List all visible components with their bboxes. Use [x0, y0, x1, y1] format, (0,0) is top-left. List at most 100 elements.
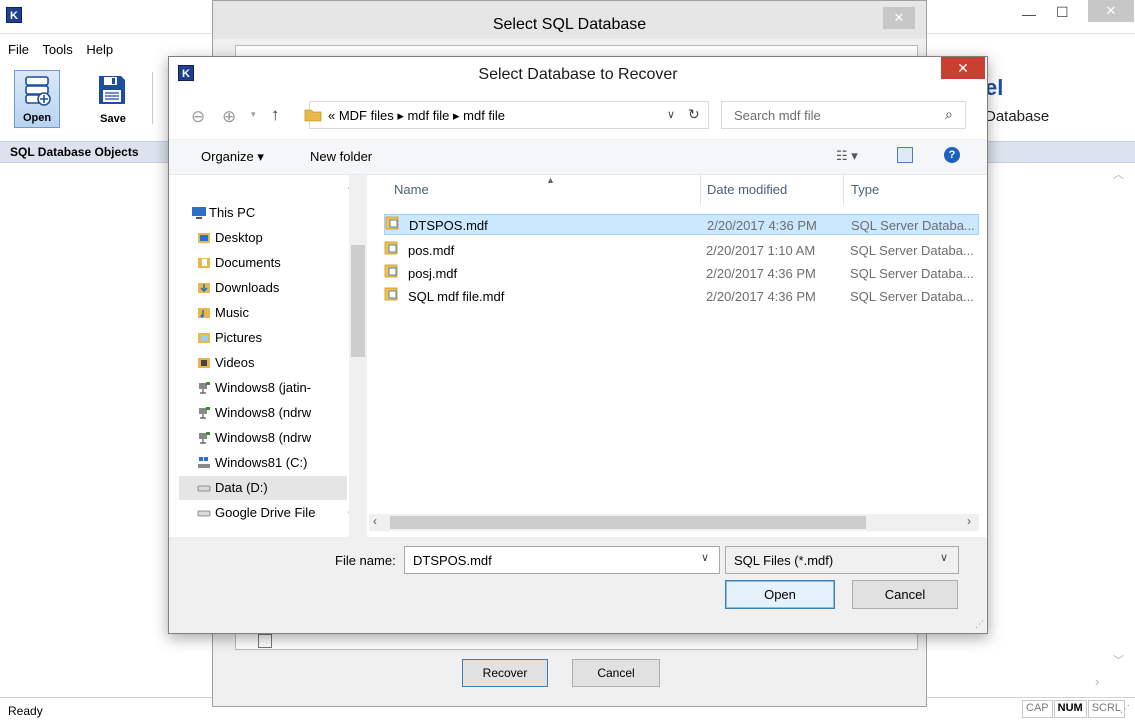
music-folder-icon — [198, 308, 210, 318]
hard-drive-icon — [197, 485, 211, 492]
pictures-folder-icon — [198, 333, 210, 343]
scroll-down-icon[interactable]: ﹀ — [1113, 652, 1124, 668]
tree-item-label: Documents — [215, 255, 281, 270]
tree-item-downloads[interactable]: Downloads — [179, 276, 347, 300]
search-input[interactable]: Search mdf file ⌕ — [721, 101, 966, 129]
organize-button[interactable]: Organize ▾ — [201, 149, 264, 165]
open-button[interactable]: Open — [14, 70, 60, 128]
tree-item-drive-d[interactable]: Data (D:) — [179, 476, 347, 500]
forward-icon[interactable]: ⊕ — [222, 107, 236, 127]
file-name: posj.mdf — [408, 266, 458, 281]
num-indicator: NUM — [1053, 700, 1087, 718]
tree-item-videos[interactable]: Videos — [179, 351, 347, 375]
address-breadcrumb[interactable]: « MDF files ▸ mdf file ▸ mdf file — [328, 108, 505, 124]
file-row[interactable]: DTSPOS.mdf 2/20/2017 4:36 PM SQL Server … — [384, 214, 979, 235]
tree-item-desktop[interactable]: Desktop — [179, 226, 347, 250]
refresh-icon[interactable]: ↻ — [688, 106, 700, 123]
tree-item-documents[interactable]: Documents — [179, 251, 347, 275]
desktop-folder-icon — [198, 233, 210, 243]
file-type: SQL Server Databa... — [850, 289, 974, 304]
option-checkbox[interactable] — [258, 634, 272, 648]
open-file-button[interactable]: Open — [725, 580, 835, 609]
caps-indicator: CAP — [1022, 700, 1053, 718]
file-name-dropdown-icon[interactable]: ∨ — [701, 551, 709, 564]
file-type-value: SQL Files (*.mdf) — [734, 553, 834, 568]
tree-item-network-drive-1[interactable]: Windows8 (jatin- — [179, 376, 347, 400]
hard-drive-icon — [197, 510, 211, 517]
file-name: pos.mdf — [408, 243, 455, 258]
help-icon[interactable]: ? — [944, 147, 960, 163]
keyboard-indicators: CAP NUM SCRL — [1022, 700, 1126, 718]
select-database-to-recover-dialog: K Select Database to Recover ✕ ⊖ ⊕ ▾ ↑ «… — [168, 56, 988, 634]
dialog-resize-grip-icon[interactable]: ⋰ — [975, 619, 984, 630]
scroll-up-icon[interactable]: ︿ — [1113, 166, 1124, 182]
file-name-value[interactable]: DTSPOS.mdf — [413, 553, 492, 568]
app-close-icon[interactable]: ✕ — [1088, 0, 1134, 22]
sql-cancel-button[interactable]: Cancel — [572, 659, 660, 687]
tree-item-label: Windows81 (C:) — [215, 455, 308, 470]
tree-item-network-drive-2[interactable]: Windows8 (ndrw — [179, 401, 347, 425]
sql-dialog-close-icon[interactable]: ✕ — [883, 7, 915, 29]
file-row[interactable]: posj.mdf 2/20/2017 4:36 PM SQL Server Da… — [384, 263, 979, 284]
file-row[interactable]: pos.mdf 2/20/2017 1:10 AM SQL Server Dat… — [384, 240, 979, 261]
menu-file[interactable]: File — [8, 42, 29, 57]
file-type-select[interactable]: SQL Files (*.mdf) ∨ — [725, 546, 959, 574]
file-date: 2/20/2017 4:36 PM — [706, 266, 816, 281]
resize-grip-icon[interactable]: ⋰ — [1120, 704, 1130, 715]
tree-item-music[interactable]: Music — [179, 301, 347, 325]
column-header-date[interactable]: Date modified — [707, 182, 787, 197]
file-list-scrollbar-thumb[interactable] — [390, 516, 866, 529]
save-button-label: Save — [100, 113, 126, 125]
menu-help[interactable]: Help — [86, 42, 113, 57]
tree-item-this-pc[interactable]: This PC — [179, 201, 347, 225]
search-placeholder: Search mdf file — [734, 108, 821, 123]
tree-item-pictures[interactable]: Pictures — [179, 326, 347, 350]
file-row[interactable]: SQL mdf file.mdf 2/20/2017 4:36 PM SQL S… — [384, 286, 979, 307]
open-dialog-title: Select Database to Recover — [478, 66, 678, 83]
open-dialog-close-icon[interactable]: ✕ — [941, 57, 985, 79]
up-icon[interactable]: ↑ — [271, 105, 280, 125]
tree-item-label: Music — [215, 305, 249, 320]
scroll-right-icon[interactable]: › — [1095, 674, 1099, 689]
menu-tools[interactable]: Tools — [42, 42, 72, 57]
column-divider[interactable] — [843, 175, 844, 205]
file-type-dropdown-icon[interactable]: ∨ — [940, 551, 948, 564]
new-folder-button[interactable]: New folder — [310, 149, 372, 164]
save-button[interactable]: Save — [90, 70, 136, 128]
column-divider[interactable] — [700, 175, 701, 205]
tree-scrollbar-thumb[interactable] — [351, 245, 365, 357]
view-options-icon[interactable]: ☷ ▾ — [836, 148, 858, 164]
mdf-file-icon — [384, 264, 398, 278]
file-type: SQL Server Databa... — [850, 243, 974, 258]
file-type: SQL Server Databa... — [850, 266, 974, 281]
cancel-file-button[interactable]: Cancel — [852, 580, 958, 609]
recent-locations-icon[interactable]: ▾ — [251, 109, 256, 120]
file-name-label: File name: — [335, 553, 396, 568]
file-date: 2/20/2017 4:36 PM — [706, 289, 816, 304]
network-drive-icon — [199, 432, 210, 444]
tree-item-label: Downloads — [215, 280, 280, 295]
column-header-type[interactable]: Type — [851, 182, 879, 197]
tree-item-label: Google Drive File — [215, 505, 316, 520]
minimize-icon[interactable]: — — [1022, 6, 1036, 22]
database-open-icon — [25, 76, 51, 106]
maximize-icon[interactable]: ☐ — [1056, 4, 1069, 21]
tree-item-google-drive[interactable]: Google Drive File — [179, 501, 347, 525]
sql-dialog-title: Select SQL Database — [492, 16, 647, 33]
address-bar[interactable]: « MDF files ▸ mdf file ▸ mdf file ∨ ↻ — [304, 101, 709, 129]
status-text: Ready — [8, 704, 43, 718]
recover-button[interactable]: Recover — [462, 659, 548, 687]
tree-item-drive-c[interactable]: Windows81 (C:) — [179, 451, 347, 475]
scroll-right-icon[interactable]: › — [967, 514, 971, 528]
file-date: 2/20/2017 1:10 AM — [706, 243, 816, 258]
preview-pane-icon[interactable] — [897, 147, 913, 163]
scroll-left-icon[interactable]: ‹ — [373, 514, 377, 528]
documents-folder-icon — [198, 258, 210, 268]
address-dropdown-icon[interactable]: ∨ — [667, 108, 675, 121]
back-icon[interactable]: ⊖ — [191, 107, 205, 127]
menubar: File Tools Help — [8, 42, 123, 57]
file-name-input[interactable]: DTSPOS.mdf ∨ — [404, 546, 720, 574]
tree-item-network-drive-3[interactable]: Windows8 (ndrw — [179, 426, 347, 450]
column-header-name[interactable]: Name — [394, 182, 429, 197]
search-icon[interactable]: ⌕ — [945, 106, 953, 123]
